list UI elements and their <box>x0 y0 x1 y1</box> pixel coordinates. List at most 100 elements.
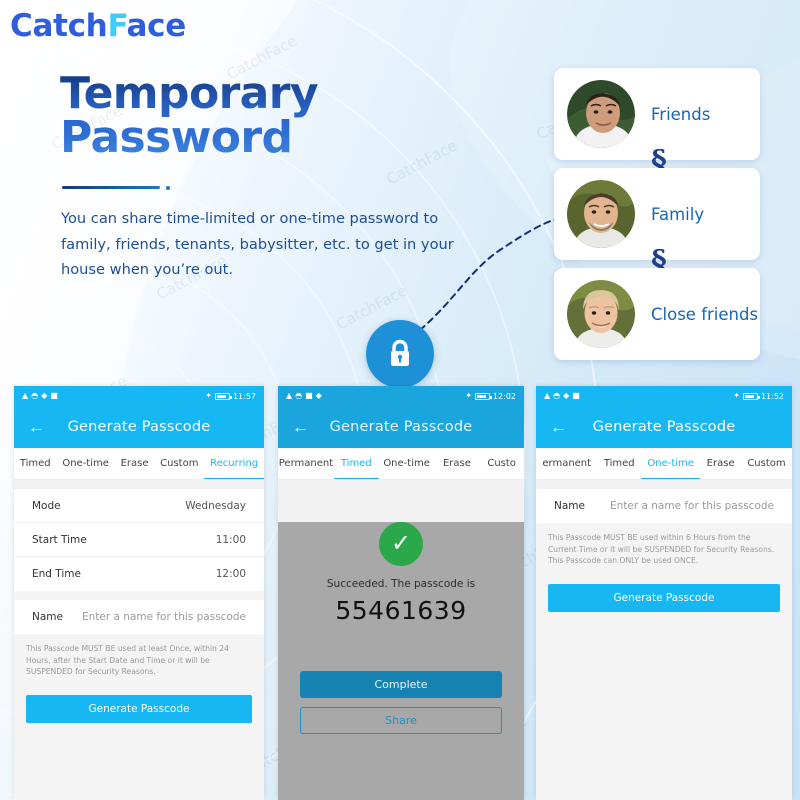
app-bar-title: Generate Passcode <box>592 419 736 435</box>
phone-screenshot-success: ▲ ◓ ■ ◆ ✦ 12:02 ← Generate Passcode Perm… <box>278 386 524 800</box>
app-bar: ← Generate Passcode <box>536 406 792 448</box>
bluetooth-status-icon: ✦ <box>733 391 740 400</box>
row-value: Wednesday <box>185 499 246 512</box>
status-right-icons: ✦ 12:02 <box>465 392 516 401</box>
tab-custom[interactable]: Custom <box>741 448 792 479</box>
status-bar: ▲ ◓ ◆ ■ ✦ 11:57 <box>14 386 264 406</box>
tab-recurring[interactable]: Recurring <box>204 448 264 479</box>
settings-list: Mode Wednesday Start Time 11:00 End Time… <box>14 489 264 591</box>
app-bar-title: Generate Passcode <box>329 419 473 435</box>
tab-bar: Timed One-time Erase Custom Recurring <box>14 448 264 480</box>
shield-icon: ◆ <box>563 391 570 400</box>
row-start-time[interactable]: Start Time 11:00 <box>14 523 264 557</box>
name-input[interactable]: Enter a name for this passcode <box>610 500 774 512</box>
tab-timed[interactable]: Timed <box>597 448 641 479</box>
tab-bar: Permanent Timed One-time Erase Custo <box>278 448 524 480</box>
tab-timed[interactable]: Timed <box>333 448 379 479</box>
shield-icon: ◆ <box>315 391 322 400</box>
tab-bar: ermanent Timed One-time Erase Custom <box>536 448 792 480</box>
wifi-icon: ◓ <box>295 391 303 400</box>
battery-icon <box>474 392 492 400</box>
bluetooth-status-icon: ✦ <box>205 391 212 400</box>
status-left-icons: ▲ ◓ ◆ ■ <box>22 392 58 400</box>
row-value: 11:00 <box>215 533 246 546</box>
app-bar-title: Generate Passcode <box>67 419 211 435</box>
row-label: Name <box>554 500 585 512</box>
tab-erase[interactable]: Erase <box>115 448 155 479</box>
phone-screenshot-recurring: ▲ ◓ ◆ ■ ✦ 11:57 ← Generate Passcode Time… <box>14 386 264 800</box>
row-label: Name <box>32 611 63 623</box>
row-end-time[interactable]: End Time 12:00 <box>14 557 264 591</box>
security-note: This Passcode MUST BE used within 6 Hour… <box>548 533 775 565</box>
battery-icon <box>742 392 760 400</box>
status-bar: ▲ ◓ ■ ◆ ✦ 12:02 <box>278 386 524 406</box>
screen-body: Mode Wednesday Start Time 11:00 End Time… <box>14 489 264 800</box>
success-message: Succeeded. The passcode is <box>326 578 476 590</box>
shield-icon: ◆ <box>41 391 48 400</box>
share-button[interactable]: Share <box>300 707 502 734</box>
tab-one-time[interactable]: One-time <box>57 448 115 479</box>
name-input[interactable]: Enter a name for this passcode <box>82 611 246 623</box>
status-clock: 12:02 <box>492 391 516 401</box>
generate-passcode-button[interactable]: Generate Passcode <box>26 694 252 723</box>
bluetooth-icon: ■ <box>305 391 313 400</box>
tab-custom[interactable]: Custo <box>479 448 524 479</box>
phone-screenshot-one-time: ▲ ◓ ◆ ■ ✦ 11:52 ← Generate Passcode erma… <box>536 386 792 800</box>
passcode-value: 55461639 <box>335 596 467 625</box>
contact-card-close-friends[interactable]: Close friends <box>554 268 760 360</box>
signal-icon: ▲ <box>22 391 29 400</box>
row-name[interactable]: Name Enter a name for this passcode <box>536 489 792 523</box>
wifi-icon: ◓ <box>553 391 561 400</box>
tab-permanent[interactable]: ermanent <box>536 448 597 479</box>
wifi-icon: ◓ <box>31 391 39 400</box>
status-bar: ▲ ◓ ◆ ■ ✦ 11:52 <box>536 386 792 406</box>
battery-icon <box>214 392 232 400</box>
lock-badge <box>366 320 434 388</box>
status-right-icons: ✦ 11:52 <box>733 392 784 401</box>
contact-card-label: Family <box>651 204 705 224</box>
signal-icon: ▲ <box>286 391 293 400</box>
row-mode[interactable]: Mode Wednesday <box>14 489 264 523</box>
row-name[interactable]: Name Enter a name for this passcode <box>14 600 264 634</box>
back-arrow-icon[interactable]: ← <box>292 419 309 436</box>
row-label: Mode <box>32 499 61 512</box>
success-check-icon: ✓ <box>379 522 423 566</box>
tab-timed[interactable]: Timed <box>14 448 57 479</box>
bluetooth-icon: ■ <box>572 391 580 400</box>
status-left-icons: ▲ ◓ ◆ ■ <box>544 392 580 400</box>
row-value: 12:00 <box>215 568 246 580</box>
row-label: End Time <box>32 568 81 580</box>
tab-permanent[interactable]: Permanent <box>278 448 334 479</box>
security-note: This Passcode MUST BE used at least Once… <box>26 644 229 676</box>
bluetooth-icon: ■ <box>50 391 58 400</box>
tab-erase[interactable]: Erase <box>700 448 741 479</box>
status-clock: 11:57 <box>232 391 256 401</box>
avatar-family <box>567 180 635 248</box>
screen-body: ✓ Succeeded. The passcode is 55461639 Co… <box>278 522 524 800</box>
status-left-icons: ▲ ◓ ■ ◆ <box>286 392 322 400</box>
screen-body: Name Enter a name for this passcode This… <box>536 489 792 800</box>
name-group: Name Enter a name for this passcode <box>14 600 264 634</box>
generate-passcode-button[interactable]: Generate Passcode <box>548 583 780 612</box>
tab-custom[interactable]: Custom <box>154 448 204 479</box>
bluetooth-status-icon: ✦ <box>465 391 472 400</box>
avatar-close-friends <box>567 280 635 348</box>
name-group: Name Enter a name for this passcode <box>536 489 792 523</box>
lock-icon <box>391 339 409 366</box>
status-clock: 11:52 <box>760 391 784 401</box>
signal-icon: ▲ <box>544 391 551 400</box>
avatar-friends <box>567 80 635 148</box>
tab-one-time[interactable]: One-time <box>379 448 435 479</box>
contact-card-label: Close friends <box>651 304 759 324</box>
back-arrow-icon[interactable]: ← <box>28 419 45 436</box>
app-bar: ← Generate Passcode <box>278 406 524 448</box>
app-bar: ← Generate Passcode <box>14 406 264 448</box>
back-arrow-icon[interactable]: ← <box>550 419 567 436</box>
tab-one-time[interactable]: One-time <box>641 448 701 479</box>
row-label: Start Time <box>32 533 87 546</box>
complete-button[interactable]: Complete <box>300 671 502 698</box>
poster-stage: CatchFace CatchFace CatchFace CatchFace … <box>0 0 800 800</box>
tab-erase[interactable]: Erase <box>435 448 480 479</box>
contact-card-label: Friends <box>651 104 711 124</box>
status-right-icons: ✦ 11:57 <box>205 392 256 401</box>
